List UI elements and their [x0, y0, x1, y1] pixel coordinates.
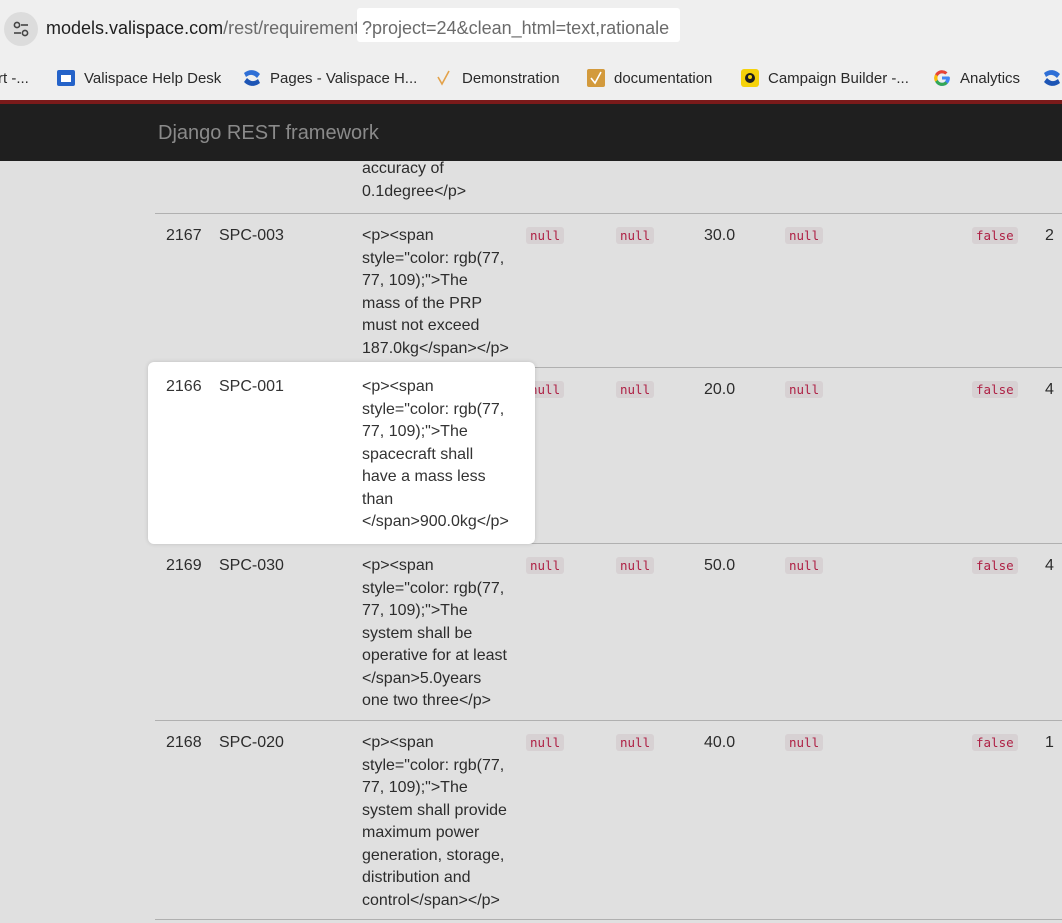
value-cell: 30.0 — [704, 227, 736, 244]
count-cell: 1 — [1045, 734, 1054, 751]
text-cell: <p><span style="color: rgb(77, 77, 109);… — [362, 734, 507, 909]
null-value: null — [785, 734, 824, 751]
bookmark-pages[interactable]: Pages - Valispace H... — [243, 67, 417, 89]
text-cell: <p><span style="color: rgb(77, 77, 109);… — [362, 378, 509, 530]
id-cell: 2166 — [166, 378, 202, 395]
url-text[interactable]: models.valispace.com/rest/requirements/ — [46, 17, 373, 39]
code-cell: SPC-001 — [219, 378, 284, 395]
null-value: null — [526, 557, 565, 574]
bookmark-label: Campaign Builder -... — [768, 69, 909, 87]
bookmark-overflow[interactable] — [1043, 67, 1062, 89]
id-cell: 2169 — [166, 557, 202, 574]
bookmarks-bar: rt -... Valispace Help Desk Pages - Vali… — [0, 56, 1062, 100]
bookmark-documentation[interactable]: documentation — [587, 67, 712, 89]
code-cell: SPC-030 — [219, 557, 284, 574]
text-cell: accuracy of 0.1degree</p> — [362, 161, 467, 200]
confluence-icon — [243, 69, 261, 87]
confluence-icon — [1043, 69, 1061, 87]
url-path: /rest/requirements/ — [223, 18, 374, 38]
boolean-value: false — [972, 734, 1018, 751]
table-row: 2168 SPC-020 <p><span style="color: rgb(… — [155, 721, 1062, 920]
code-cell: SPC-020 — [219, 734, 284, 751]
bookmark-label: Valispace Help Desk — [84, 69, 222, 87]
boolean-value: false — [972, 557, 1018, 574]
value-cell: 50.0 — [704, 557, 736, 574]
null-value: null — [785, 557, 824, 574]
bookmark-help-desk[interactable]: Valispace Help Desk — [57, 67, 221, 89]
mailchimp-icon — [741, 69, 759, 87]
bookmark-demonstration[interactable]: Demonstration — [435, 67, 560, 89]
bookmark-label: documentation — [614, 69, 713, 87]
null-value: null — [526, 734, 565, 751]
code-cell: SPC-003 — [219, 227, 284, 244]
id-cell: 2167 — [166, 227, 202, 244]
site-settings-icon[interactable] — [4, 12, 38, 46]
count-cell: 4 — [1045, 381, 1054, 398]
brand-title[interactable]: Django REST framework — [158, 122, 379, 145]
null-value: null — [785, 227, 824, 244]
table-row: 2169 SPC-030 <p><span style="color: rgb(… — [155, 544, 1062, 721]
bookmark-campaign-builder[interactable]: Campaign Builder -... — [741, 67, 909, 89]
null-value: null — [526, 227, 565, 244]
null-value: null — [785, 381, 824, 398]
text-cell: <p><span style="color: rgb(77, 77, 109);… — [362, 227, 509, 357]
value-cell: 40.0 — [704, 734, 736, 751]
boolean-value: false — [972, 381, 1018, 398]
address-bar[interactable]: models.valispace.com/rest/requirements/ … — [0, 0, 1062, 56]
navbar: Django REST framework — [0, 104, 1062, 161]
count-cell: 4 — [1045, 557, 1054, 574]
text-cell: <p><span style="color: rgb(77, 77, 109);… — [362, 557, 507, 709]
bookmark-label: rt -... — [0, 69, 29, 87]
url-host: models.valispace.com — [46, 18, 224, 38]
check-icon — [435, 69, 453, 87]
null-value: null — [616, 557, 655, 574]
bookmark-analytics[interactable]: Analytics — [933, 67, 1020, 89]
count-cell: 2 — [1045, 227, 1054, 244]
bookmark-partial[interactable]: rt -... — [0, 67, 29, 89]
table-row: 2167 SPC-003 <p><span style="color: rgb(… — [155, 214, 1062, 368]
bookmark-label: Pages - Valispace H... — [270, 69, 418, 87]
bookmark-label: Analytics — [960, 69, 1021, 87]
highlighted-row: 2166 SPC-001 <p><span style="color: rgb(… — [148, 362, 535, 544]
null-value: null — [616, 734, 655, 751]
left-gutter — [0, 161, 155, 923]
bookmark-label: Demonstration — [462, 69, 560, 87]
value-cell: 20.0 — [704, 381, 736, 398]
null-value: null — [616, 381, 655, 398]
google-icon — [933, 69, 951, 87]
helpdesk-icon — [57, 69, 75, 87]
boolean-value: false — [972, 227, 1018, 244]
id-cell: 2168 — [166, 734, 202, 751]
check-box-icon — [587, 69, 605, 87]
content-area: accuracy of 0.1degree</p> 2167 SPC-003 <… — [0, 161, 1062, 923]
url-query: ?project=24&clean_html=text,rationale — [362, 18, 670, 38]
null-value: null — [616, 227, 655, 244]
table-row-partial: accuracy of 0.1degree</p> — [155, 161, 1062, 214]
